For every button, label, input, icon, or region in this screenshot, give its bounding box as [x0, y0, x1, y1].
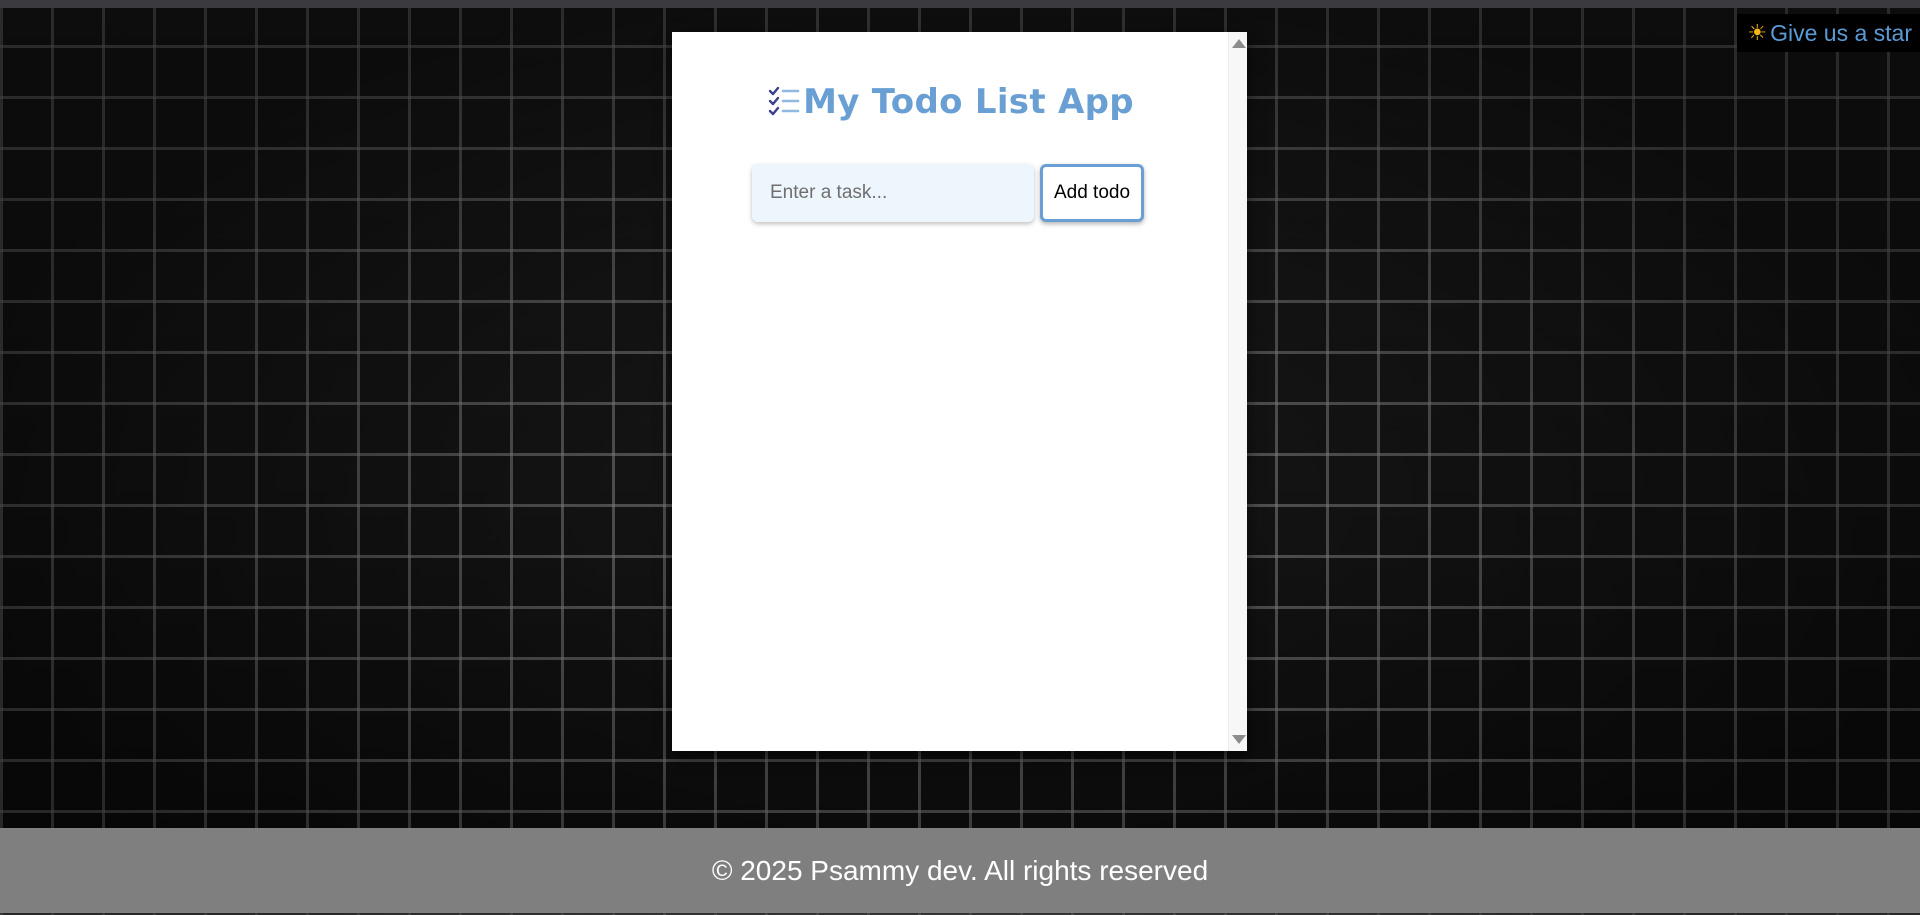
give-star-link[interactable]: ☀ Give us a star [1737, 14, 1920, 52]
todo-card: My Todo List App Add todo [672, 32, 1247, 751]
add-todo-button[interactable]: Add todo [1040, 164, 1144, 222]
scroll-up-arrow-icon[interactable] [1232, 39, 1246, 48]
app-header: My Todo List App [672, 82, 1229, 122]
checklist-icon [767, 85, 801, 119]
card-scrollbar[interactable] [1228, 32, 1247, 751]
sun-icon: ☀ [1747, 20, 1768, 45]
give-star-label: Give us a star [1770, 19, 1912, 46]
task-input[interactable] [752, 164, 1034, 222]
footer: © 2025 Psammy dev. All rights reserved [0, 828, 1920, 913]
app-title: My Todo List App [803, 82, 1134, 122]
window-top-strip [0, 0, 1920, 8]
scroll-down-arrow-icon[interactable] [1232, 735, 1246, 744]
footer-copyright: © 2025 Psammy dev. All rights reserved [711, 854, 1209, 886]
add-todo-form: Add todo [752, 164, 1144, 222]
